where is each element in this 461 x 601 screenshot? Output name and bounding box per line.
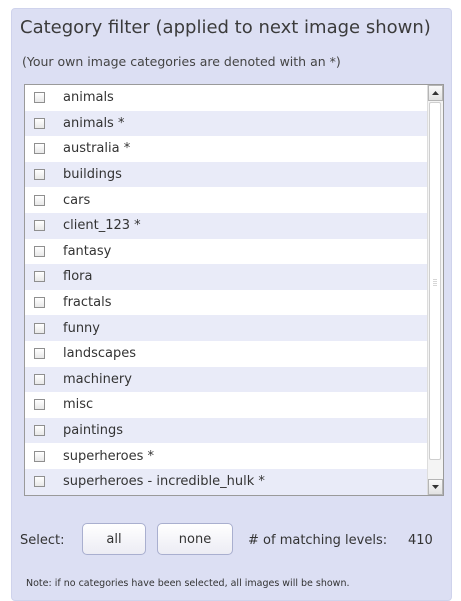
category-checkbox[interactable] bbox=[34, 194, 45, 206]
panel-subtitle: (Your own image categories are denoted w… bbox=[22, 54, 341, 69]
select-label: Select: bbox=[20, 533, 65, 548]
scrollbar-grip bbox=[433, 279, 437, 287]
category-checkbox[interactable] bbox=[34, 322, 45, 334]
category-row[interactable]: fractals bbox=[25, 289, 427, 316]
scroll-down-button[interactable] bbox=[428, 479, 443, 495]
category-label: landscapes bbox=[63, 346, 136, 362]
category-label: funny bbox=[63, 320, 100, 336]
category-checkbox[interactable] bbox=[34, 245, 45, 257]
category-checkbox[interactable] bbox=[34, 399, 45, 411]
category-listbox[interactable]: animals animals * australia * buildings cars… bbox=[24, 84, 444, 496]
scroll-up-button[interactable] bbox=[428, 85, 443, 101]
category-row[interactable]: funny bbox=[25, 315, 427, 341]
category-row[interactable]: animals bbox=[25, 85, 427, 111]
filter-note: Note: if no categories have been selecte… bbox=[26, 578, 350, 589]
category-row[interactable]: animals * bbox=[25, 110, 427, 137]
category-checkbox[interactable] bbox=[34, 348, 45, 360]
category-row[interactable]: flora bbox=[25, 264, 427, 290]
category-checkbox[interactable] bbox=[34, 143, 45, 155]
category-label: misc bbox=[63, 397, 94, 413]
category-label: cars bbox=[63, 192, 91, 208]
category-row[interactable]: australia * bbox=[25, 136, 427, 162]
category-label: flora bbox=[63, 269, 93, 285]
matching-levels-label: # of matching levels: bbox=[248, 533, 388, 548]
category-label: buildings bbox=[63, 167, 122, 183]
category-row[interactable]: paintings bbox=[25, 417, 427, 444]
category-checkbox[interactable] bbox=[34, 476, 45, 488]
category-label: client_123 * bbox=[63, 218, 141, 234]
category-label: superheroes * bbox=[63, 448, 155, 464]
category-label: fantasy bbox=[63, 243, 112, 259]
scroll-down-arrow-icon bbox=[432, 485, 439, 489]
category-checkbox[interactable] bbox=[34, 450, 45, 462]
category-checkbox[interactable] bbox=[34, 271, 45, 283]
scroll-up-arrow-icon bbox=[432, 91, 439, 95]
listbox-scrollbar[interactable] bbox=[427, 85, 443, 495]
category-row[interactable]: landscapes bbox=[25, 340, 427, 367]
category-row[interactable]: superheroes * bbox=[25, 443, 427, 469]
category-row[interactable]: cars bbox=[25, 187, 427, 213]
scrollbar-thumb[interactable] bbox=[429, 102, 441, 460]
select-none-button[interactable]: none bbox=[157, 523, 233, 555]
category-row[interactable]: machinery bbox=[25, 366, 427, 393]
category-label: machinery bbox=[63, 371, 132, 387]
category-label: animals * bbox=[63, 115, 125, 131]
category-checkbox[interactable] bbox=[34, 373, 45, 385]
category-checkbox[interactable] bbox=[34, 297, 45, 309]
category-row[interactable]: misc bbox=[25, 392, 427, 418]
category-label: fractals bbox=[63, 295, 112, 311]
category-list: animals animals * australia * buildings cars… bbox=[25, 85, 427, 495]
selection-controls: Select: all none # of matching levels: 4… bbox=[12, 523, 451, 557]
category-row[interactable]: superheroes - incredible_hulk * bbox=[25, 468, 427, 495]
category-checkbox[interactable] bbox=[34, 92, 45, 104]
select-all-button[interactable]: all bbox=[82, 523, 146, 555]
category-checkbox[interactable] bbox=[34, 425, 45, 437]
category-filter-panel: Category filter (applied to next image s… bbox=[11, 8, 452, 601]
category-label: paintings bbox=[63, 423, 124, 439]
category-checkbox[interactable] bbox=[34, 220, 45, 232]
category-label: superheroes - incredible_hulk * bbox=[63, 474, 265, 490]
category-label: australia * bbox=[63, 141, 131, 157]
category-row[interactable]: buildings bbox=[25, 161, 427, 188]
category-checkbox[interactable] bbox=[34, 117, 45, 129]
matching-levels-count: 410 bbox=[408, 533, 433, 548]
category-checkbox[interactable] bbox=[34, 169, 45, 181]
category-label: animals bbox=[63, 90, 114, 106]
category-row[interactable]: client_123 * bbox=[25, 212, 427, 239]
panel-title: Category filter (applied to next image s… bbox=[20, 17, 431, 38]
category-row[interactable]: fantasy bbox=[25, 238, 427, 265]
